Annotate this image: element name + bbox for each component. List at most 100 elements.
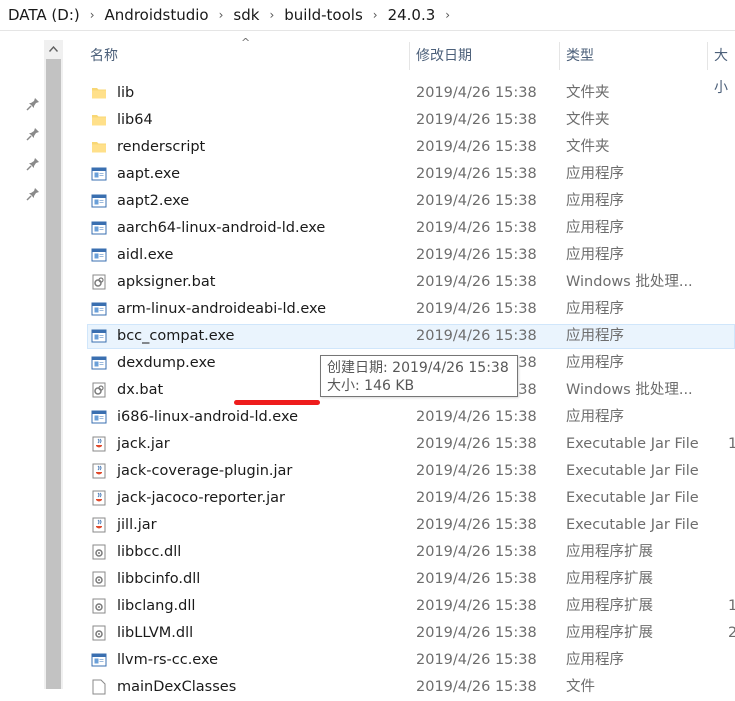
- bat-icon: [91, 382, 107, 398]
- sort-ascending-icon: ^: [241, 36, 251, 49]
- file-modified-date: 2019/4/26 15:38: [416, 517, 537, 533]
- file-row[interactable]: jack-coverage-plugin.jar 2019/4/26 15:38 E…: [63, 458, 735, 485]
- file-name[interactable]: lib64: [117, 107, 153, 134]
- file-row[interactable]: lib 2019/4/26 15:38 文件夹: [63, 80, 735, 107]
- file-type: 应用程序: [566, 247, 624, 263]
- file-row[interactable]: jill.jar 2019/4/26 15:38 Executable Jar Fi…: [63, 512, 735, 539]
- file-name[interactable]: jack-coverage-plugin.jar: [117, 458, 292, 485]
- pin-icon[interactable]: [26, 127, 40, 141]
- file-name[interactable]: dexdump.exe: [117, 350, 216, 377]
- file-name[interactable]: libclang.dll: [117, 593, 195, 620]
- breadcrumb-item[interactable]: DATA (D:): [0, 6, 84, 24]
- column-header-name[interactable]: 名称: [90, 40, 118, 72]
- folder-icon: [91, 85, 107, 101]
- file-row[interactable]: aarch64-linux-android-ld.exe 2019/4/26 15…: [63, 215, 735, 242]
- file-name[interactable]: libLLVM.dll: [117, 620, 193, 647]
- file-row[interactable]: i686-linux-android-ld.exe 2019/4/26 15:38…: [63, 404, 735, 431]
- file-name[interactable]: arm-linux-androideabi-ld.exe: [117, 296, 326, 323]
- chevron-right-icon[interactable]: ›: [439, 8, 456, 22]
- file-row[interactable]: bcc_compat.exe 2019/4/26 15:38 应用程序: [63, 323, 735, 350]
- file-row[interactable]: lib64 2019/4/26 15:38 文件夹: [63, 107, 735, 134]
- address-bar[interactable]: DATA (D:) › Androidstudio › sdk › build-tools ›…: [0, 0, 735, 31]
- column-header: 名称 修改日期 类型 大小: [63, 40, 735, 96]
- chevron-right-icon[interactable]: ›: [263, 8, 280, 22]
- file-row[interactable]: mainDexClasses 2019/4/26 15:38 文件: [63, 674, 735, 701]
- file-modified-date: 2019/4/26 15:38: [416, 679, 537, 695]
- pin-icon[interactable]: [26, 157, 40, 171]
- file-size: 2: [728, 625, 735, 641]
- chevron-right-icon[interactable]: ›: [213, 8, 230, 22]
- file-type: 文件: [566, 679, 595, 695]
- exe-icon: [91, 355, 107, 371]
- file-type: Executable Jar File: [566, 490, 699, 506]
- file-name[interactable]: apksigner.bat: [117, 269, 215, 296]
- file-modified-date: 2019/4/26 15:38: [416, 328, 537, 344]
- file-modified-date: 2019/4/26 15:38: [416, 220, 537, 236]
- breadcrumb-item[interactable]: build-tools: [280, 6, 367, 24]
- file-modified-date: 2019/4/26 15:38: [416, 571, 537, 587]
- pin-icon[interactable]: [26, 187, 40, 201]
- column-divider[interactable]: [409, 42, 410, 70]
- file-row[interactable]: libbcc.dll 2019/4/26 15:38 应用程序扩展: [63, 539, 735, 566]
- file-type: Executable Jar File: [566, 436, 699, 452]
- file-row[interactable]: libbcinfo.dll 2019/4/26 15:38 应用程序扩展: [63, 566, 735, 593]
- file-name[interactable]: aarch64-linux-android-ld.exe: [117, 215, 325, 242]
- file-row[interactable]: llvm-rs-cc.exe 2019/4/26 15:38 应用程序: [63, 647, 735, 674]
- file-name[interactable]: jill.jar: [117, 512, 157, 539]
- file-row[interactable]: aapt2.exe 2019/4/26 15:38 应用程序: [63, 188, 735, 215]
- file-name[interactable]: mainDexClasses: [117, 674, 236, 701]
- column-header-size[interactable]: 大小: [714, 40, 735, 96]
- file-size: 1: [728, 598, 735, 614]
- breadcrumb-item[interactable]: Androidstudio: [101, 6, 213, 24]
- file-row[interactable]: libclang.dll 2019/4/26 15:38 应用程序扩展 1: [63, 593, 735, 620]
- scroll-up-arrow-icon[interactable]: [44, 42, 63, 56]
- file-name[interactable]: aapt.exe: [117, 161, 180, 188]
- file-name[interactable]: llvm-rs-cc.exe: [117, 647, 218, 674]
- file-name[interactable]: bcc_compat.exe: [117, 323, 234, 350]
- file-row[interactable]: aidl.exe 2019/4/26 15:38 应用程序: [63, 242, 735, 269]
- vertical-scrollbar[interactable]: [44, 40, 63, 689]
- file-row[interactable]: apksigner.bat 2019/4/26 15:38 Windows 批处理.…: [63, 269, 735, 296]
- file-type: 应用程序: [566, 220, 624, 236]
- column-divider[interactable]: [707, 42, 708, 70]
- file-name[interactable]: jack-jacoco-reporter.jar: [117, 485, 285, 512]
- file-name[interactable]: i686-linux-android-ld.exe: [117, 404, 298, 431]
- dll-icon: [91, 598, 107, 614]
- file-row[interactable]: aapt.exe 2019/4/26 15:38 应用程序: [63, 161, 735, 188]
- pin-icon[interactable]: [26, 97, 40, 111]
- file-row[interactable]: jack-jacoco-reporter.jar 2019/4/26 15:38 E…: [63, 485, 735, 512]
- file-name[interactable]: dx.bat: [117, 377, 163, 404]
- file-icon: [91, 679, 107, 695]
- bat-icon: [91, 274, 107, 290]
- file-modified-date: 2019/4/26 15:38: [416, 463, 537, 479]
- folder-icon: [91, 112, 107, 128]
- file-modified-date: 2019/4/26 15:38: [416, 301, 537, 317]
- chevron-right-icon[interactable]: ›: [84, 8, 101, 22]
- scrollbar-thumb[interactable]: [46, 59, 61, 689]
- breadcrumb-item[interactable]: 24.0.3: [384, 6, 440, 24]
- file-modified-date: 2019/4/26 15:38: [416, 85, 537, 101]
- file-modified-date: 2019/4/26 15:38: [416, 598, 537, 614]
- file-type: Executable Jar File: [566, 463, 699, 479]
- file-row[interactable]: libLLVM.dll 2019/4/26 15:38 应用程序扩展 2: [63, 620, 735, 647]
- file-row[interactable]: arm-linux-androideabi-ld.exe 2019/4/26 15…: [63, 296, 735, 323]
- file-name[interactable]: lib: [117, 80, 134, 107]
- file-name[interactable]: libbcc.dll: [117, 539, 181, 566]
- file-name[interactable]: aapt2.exe: [117, 188, 189, 215]
- breadcrumb-item[interactable]: sdk: [229, 6, 263, 24]
- file-name[interactable]: aidl.exe: [117, 242, 173, 269]
- file-name[interactable]: jack.jar: [117, 431, 170, 458]
- column-header-type[interactable]: 类型: [566, 40, 594, 72]
- file-type: Executable Jar File: [566, 517, 699, 533]
- file-type: 文件夹: [566, 112, 610, 128]
- column-divider[interactable]: [559, 42, 560, 70]
- dll-icon: [91, 571, 107, 587]
- file-name[interactable]: libbcinfo.dll: [117, 566, 200, 593]
- chevron-right-icon[interactable]: ›: [367, 8, 384, 22]
- file-row[interactable]: jack.jar 2019/4/26 15:38 Executable Jar Fi…: [63, 431, 735, 458]
- red-annotation-line: [234, 400, 320, 405]
- column-header-date[interactable]: 修改日期: [416, 40, 472, 72]
- file-name[interactable]: renderscript: [117, 134, 205, 161]
- file-row[interactable]: renderscript 2019/4/26 15:38 文件夹: [63, 134, 735, 161]
- exe-icon: [91, 166, 107, 182]
